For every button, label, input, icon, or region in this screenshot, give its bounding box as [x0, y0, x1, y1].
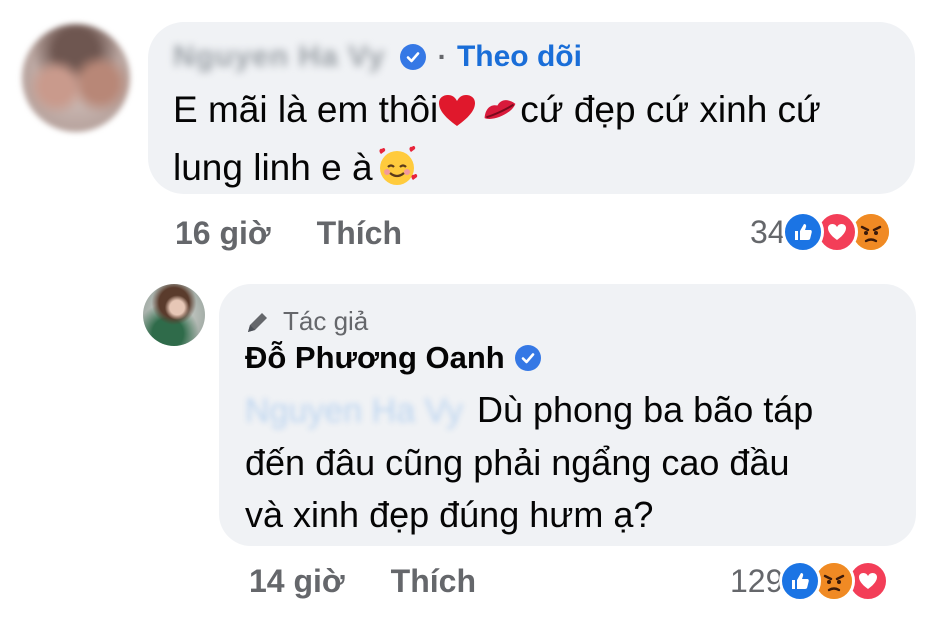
comment-timestamp[interactable]: 16 giờ: [175, 215, 271, 252]
mention-tag-blurred[interactable]: Nguyen Ha Vy: [245, 385, 463, 437]
separator-dot: ·: [437, 41, 447, 72]
comment-text: E mãi là em thôi cứ đẹp cứ xinh cứ lung l…: [173, 84, 821, 200]
reply-text: Nguyen Ha Vy Dù phong ba bão táp đến đâu …: [245, 384, 813, 541]
like-button[interactable]: Thích: [317, 215, 402, 252]
comment-actions: 16 giờ Thích: [175, 215, 402, 252]
pencil-icon: [245, 309, 271, 335]
like-button[interactable]: Thích: [391, 563, 476, 600]
author-tag: Tác giả: [245, 306, 368, 337]
author-name[interactable]: Đỗ Phương Oanh: [245, 340, 505, 376]
commenter-avatar[interactable]: [22, 24, 130, 132]
reaction-summary[interactable]: 34: [750, 211, 892, 253]
follow-button[interactable]: Theo dõi: [457, 40, 582, 74]
heart-emoji-icon: [438, 90, 476, 142]
comment-header: Nguyen Ha Vy · Theo dõi: [173, 40, 582, 74]
reply-text-line1: Dù phong ba bão táp: [476, 389, 814, 430]
author-tag-label: Tác giả: [283, 306, 369, 336]
commenter-name-blurred[interactable]: Nguyen Ha Vy: [173, 40, 386, 74]
reaction-count: 129: [730, 562, 784, 599]
comment-text-part2: cứ đẹp cứ xinh cứ: [520, 89, 821, 130]
author-avatar[interactable]: [143, 284, 205, 346]
like-icon: [779, 560, 822, 602]
reply-text-line3: và xinh đẹp đúng hưm ạ?: [245, 494, 654, 535]
reaction-count: 34: [750, 213, 786, 250]
kiss-mark-emoji-icon: [480, 90, 520, 142]
like-icon: [781, 211, 824, 253]
verified-badge-icon: [399, 44, 426, 70]
reaction-summary[interactable]: 129: [730, 560, 890, 602]
comment-text-line2: lung linh e à: [173, 147, 373, 188]
reply-text-line2: đến đâu cũng phải ngẩng cao đầu: [245, 442, 790, 483]
smiling-face-with-hearts-emoji-icon: [375, 145, 419, 200]
author-name-row: Đỗ Phương Oanh: [245, 340, 541, 376]
reply-timestamp[interactable]: 14 giờ: [249, 563, 345, 600]
reply-actions: 14 giờ Thích: [249, 563, 476, 600]
verified-badge-icon: [514, 345, 541, 371]
comment-text-part1: E mãi là em thôi: [173, 89, 439, 130]
